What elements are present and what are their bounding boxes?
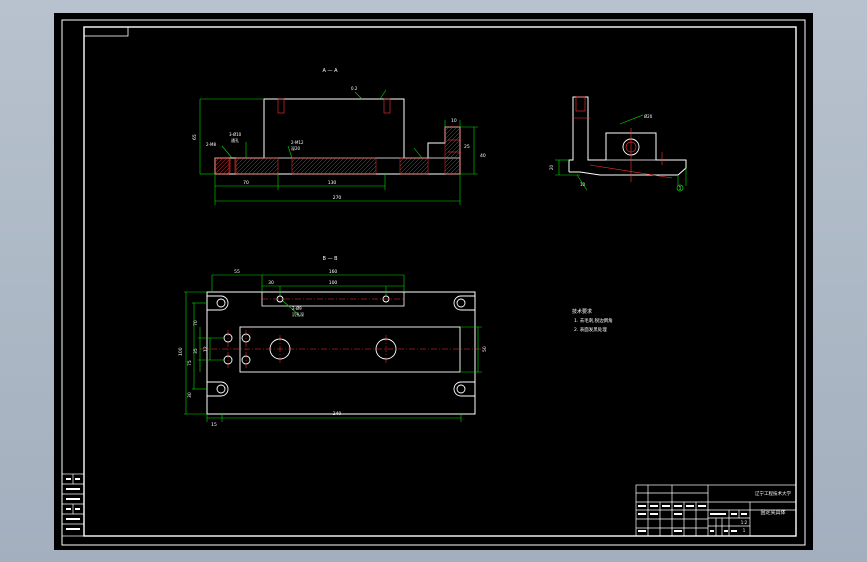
bb-dim-top-b: 160 xyxy=(329,269,338,275)
side-dim-top: Ø20 xyxy=(644,114,653,119)
bb-dim-right-a: 50 xyxy=(482,346,488,352)
bb-dim-inner-a: 30 xyxy=(268,280,274,286)
aa-chamfer: 0.2 xyxy=(351,86,358,91)
aa-hole-mid: 2-M12 xyxy=(291,140,304,145)
bb-dim-inner-b: 100 xyxy=(329,280,338,286)
bb-dim-left-total: 100 xyxy=(178,347,184,356)
bb-hole-note-b: 沉孔深 xyxy=(292,311,304,317)
aa-dim-mid-b: 130 xyxy=(328,180,337,186)
cad-drawing: A — A 65 10 40 25 70 130 270 2-M8 3-Ø10 … xyxy=(54,13,813,550)
aa-dim-right-c: 25 xyxy=(464,144,470,150)
tech-notes-title: 技术要求 xyxy=(572,308,592,315)
bb-dim-left-c: 12 xyxy=(203,346,209,352)
section-aa-label: A — A xyxy=(322,68,338,74)
bb-dim-bottom-a: 15 xyxy=(211,422,217,428)
aa-dim-right-a: 10 xyxy=(451,118,457,124)
side-dim-left-b: 10 xyxy=(580,182,586,187)
aa-thread-left: 2-M8 xyxy=(206,142,216,147)
bb-dim-bottom-total: 240 xyxy=(333,411,342,417)
title-scale: 1:2 xyxy=(741,520,748,525)
aa-dim-right-b: 40 xyxy=(480,153,486,159)
aa-dim-height: 65 xyxy=(192,134,198,140)
title-part-name: 固定夹具体 xyxy=(760,509,785,516)
aa-dim-overall: 270 xyxy=(333,195,342,201)
side-marker-number: 1 xyxy=(679,186,682,191)
bb-dim-left-b: 35 xyxy=(193,348,199,354)
bb-dim-left-d: 70 xyxy=(193,320,199,326)
bb-dim-left-e: 30 xyxy=(187,392,193,398)
bb-dim-top-a: 55 xyxy=(234,269,240,275)
title-school: 辽宁工程技术大学 xyxy=(755,490,791,497)
tech-notes-line1: 1. 去毛刺,锐边倒角 xyxy=(574,317,613,324)
drawing-sheet xyxy=(54,13,813,550)
section-bb-label: B — B xyxy=(322,256,338,262)
bb-dim-left-a: 75 xyxy=(187,360,193,366)
bb-hole-note-a: 2-Ø9 xyxy=(292,306,302,311)
aa-dim-mid-a: 70 xyxy=(243,180,249,186)
side-dim-left-a: 20 xyxy=(549,164,554,170)
aa-hole-left-note: 通孔 xyxy=(231,137,239,143)
tech-notes-line2: 2. 表面发黑处理 xyxy=(574,326,607,333)
aa-hole-left: 3-Ø10 xyxy=(229,132,242,137)
aa-hole-mid-note: 深20 xyxy=(291,145,301,151)
title-sheet: 1 xyxy=(743,528,746,533)
